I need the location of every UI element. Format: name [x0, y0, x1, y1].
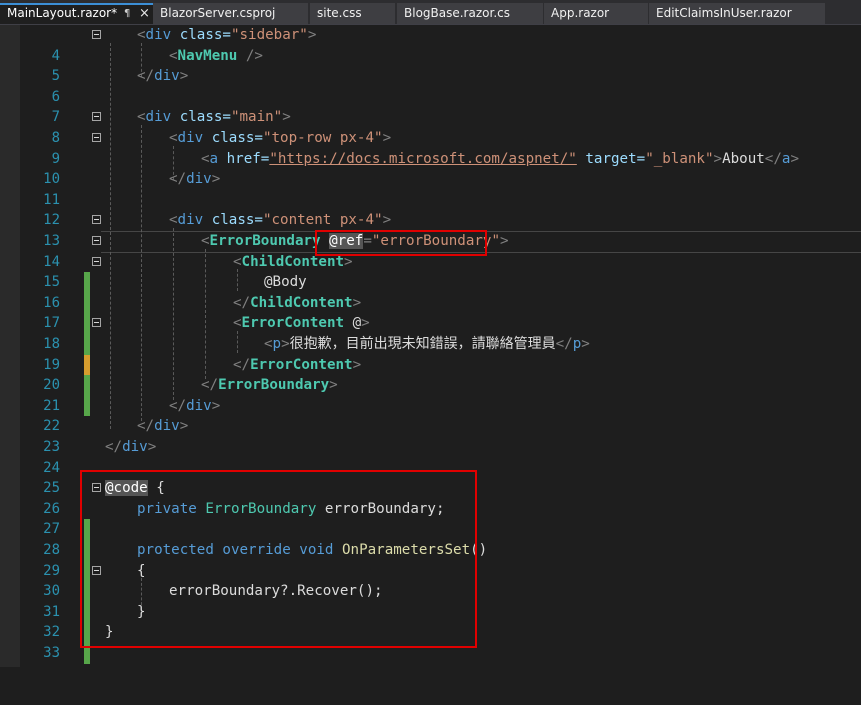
error-message-text: 很抱歉，目前出現未知錯誤，請聯絡管理員: [289, 336, 556, 352]
tab-blazorserver-csproj[interactable]: BlazorServer.csproj: [153, 3, 308, 24]
code-line: 6 </div>: [0, 66, 861, 105]
tab-label: EditClaimsInUser.razor: [656, 6, 792, 20]
code-line: 9 <div class="top-row px-4">: [0, 128, 861, 167]
code-text: <div class="content px-4">: [169, 212, 392, 229]
code-line: 18 <ErrorContent @>: [0, 313, 861, 376]
pin-icon[interactable]: ¶: [124, 5, 130, 22]
document-tab-bar: MainLayout.razor* ¶ × BlazorServer.cspro…: [0, 0, 861, 25]
tab-label: BlazorServer.csproj: [160, 6, 276, 20]
tab-label: App.razor: [551, 6, 610, 20]
code-line: 24 </div>: [0, 437, 861, 476]
code-line: 17 </ChildContent>: [0, 293, 861, 355]
tab-label: BlogBase.razor.cs: [404, 6, 510, 20]
fold-collapse-icon[interactable]: [92, 318, 101, 328]
code-line: 4 <div class="sidebar">: [0, 25, 861, 64]
code-text: </ChildContent>: [233, 294, 362, 311]
code-text: @Body: [264, 274, 307, 291]
code-text: </ErrorBoundary>: [201, 377, 338, 394]
code-text: </div>: [105, 439, 157, 455]
code-line: 5 <NavMenu />: [0, 46, 861, 85]
fold-collapse-icon[interactable]: [92, 30, 101, 39]
tab-editclaimsinuser-razor[interactable]: EditClaimsInUser.razor: [649, 3, 825, 24]
code-text: </div>: [169, 397, 221, 414]
code-line: 20 </ErrorContent>: [0, 355, 861, 417]
code-text: <a href="https://docs.microsoft.com/aspn…: [201, 150, 799, 167]
tab-label: site.css: [317, 6, 362, 20]
ref-highlight-box: [315, 230, 487, 256]
code-text: <p>很抱歉，目前出現未知錯誤，請聯絡管理員</p>: [264, 336, 590, 352]
code-line: 22 </div>: [0, 396, 861, 435]
tab-label: MainLayout.razor*: [7, 6, 118, 20]
code-text: </div>: [169, 171, 221, 188]
code-text: <NavMenu />: [169, 47, 263, 64]
code-line: 21 </ErrorBoundary>: [0, 375, 861, 414]
close-icon[interactable]: ×: [139, 5, 150, 22]
code-line: 8 <div class="main">: [0, 107, 861, 146]
fold-collapse-icon[interactable]: [92, 112, 101, 122]
fold-collapse-icon[interactable]: [92, 256, 101, 266]
code-line: 16 @Body: [0, 272, 861, 334]
code-line: 10 <a href="https://docs.microsoft.com/a…: [0, 149, 861, 188]
tab-mainlayout-razor[interactable]: MainLayout.razor* ¶ ×: [0, 3, 155, 24]
code-text: <div class="sidebar">: [137, 27, 317, 43]
code-line: 19 <p>很抱歉，目前出現未知錯誤，請聯絡管理員</p>: [0, 334, 861, 396]
code-line: 11 </div>: [0, 169, 861, 208]
code-text: <div class="top-row px-4">: [169, 130, 392, 146]
fold-collapse-icon[interactable]: [92, 133, 101, 142]
code-text: </div>: [137, 68, 189, 85]
code-block-highlight-box: [80, 470, 477, 648]
code-text: </ErrorContent>: [233, 356, 362, 373]
line-number: 33: [43, 644, 60, 661]
code-line: 13 <div class="content px-4">: [0, 210, 861, 249]
code-line: 23 </div>: [0, 416, 861, 455]
fold-collapse-icon[interactable]: [92, 236, 101, 245]
tab-blogbase-razor-cs[interactable]: BlogBase.razor.cs: [397, 3, 543, 24]
code-line: 7: [0, 87, 861, 125]
tab-app-razor[interactable]: App.razor: [544, 3, 648, 24]
tab-site-css[interactable]: site.css: [310, 3, 395, 24]
code-line: 12: [0, 190, 861, 228]
code-text: </div>: [137, 418, 189, 435]
code-text: <div class="main">: [137, 109, 291, 126]
code-editor[interactable]: 4 <div class="sidebar"> 5 <NavMenu /> 6 …: [0, 25, 861, 667]
code-text: <ErrorContent @>: [233, 315, 370, 332]
link-url: "https://docs.microsoft.com/aspnet/": [269, 150, 577, 167]
fold-collapse-icon[interactable]: [92, 215, 101, 225]
